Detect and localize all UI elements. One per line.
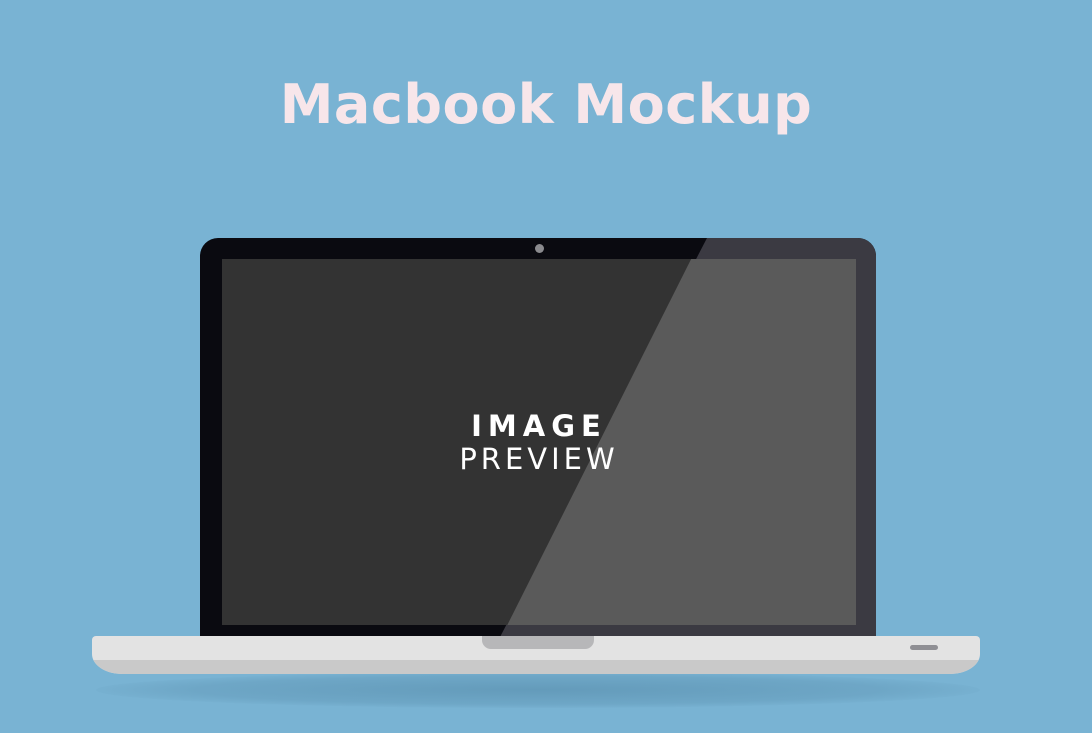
preview-text-image: IMAGE — [471, 409, 607, 443]
laptop-shadow — [96, 672, 980, 708]
laptop-illustration: IMAGE PREVIEW — [0, 0, 1092, 733]
laptop-screen: IMAGE PREVIEW — [222, 259, 856, 625]
base-underside — [92, 660, 980, 674]
port-icon — [910, 645, 938, 650]
trackpad-notch-icon — [482, 636, 594, 649]
laptop-lid: IMAGE PREVIEW — [200, 238, 876, 642]
camera-icon — [535, 244, 544, 253]
preview-text-preview: PREVIEW — [459, 442, 619, 476]
laptop-base — [92, 636, 980, 674]
